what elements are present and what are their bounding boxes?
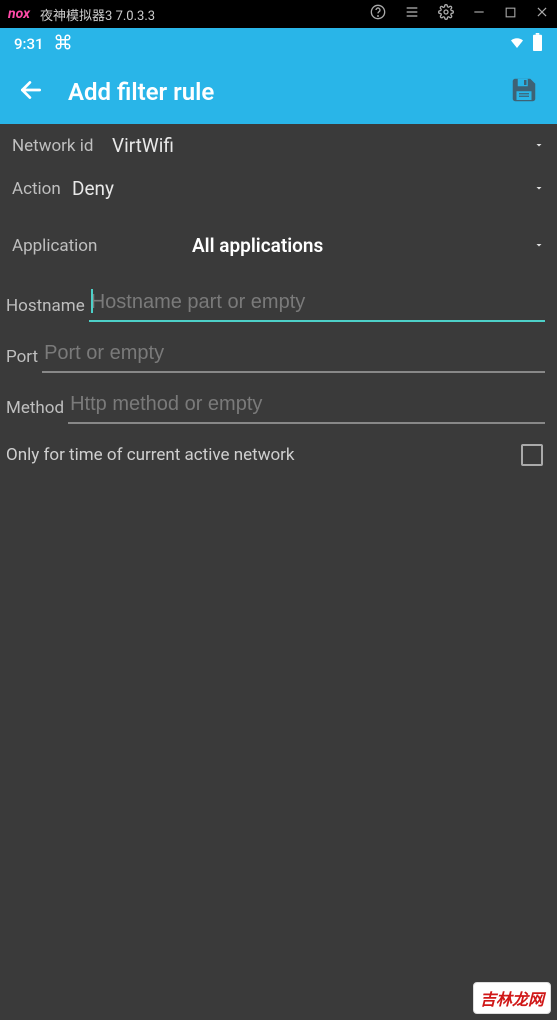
method-field-row: Method [0,383,557,424]
chevron-down-icon [533,136,545,155]
chevron-down-icon [533,179,545,198]
application-label: Application [12,236,182,256]
text-cursor [91,289,93,313]
port-input[interactable] [42,338,545,373]
save-button[interactable] [509,75,539,109]
back-button[interactable] [18,77,44,107]
network-id-value: VirtWifi [112,134,174,157]
only-current-network-row[interactable]: Only for time of current active network [0,424,557,472]
wifi-icon [508,33,526,55]
android-status-bar: 9:31 [0,28,557,60]
nox-logo: nox [8,6,30,22]
hostname-label: Hostname [6,296,85,322]
battery-icon [532,33,543,55]
port-label: Port [6,347,38,373]
maximize-icon[interactable] [504,6,517,23]
hostname-input[interactable] [89,287,545,322]
command-icon [54,33,72,55]
page-title: Add filter rule [68,78,485,106]
help-icon[interactable] [370,4,386,24]
watermark: 吉林龙网 [473,982,551,1014]
application-dropdown[interactable]: Application All applications [0,220,557,271]
chevron-down-icon [533,236,545,255]
action-dropdown[interactable]: Action Deny [0,167,557,210]
app-bar: Add filter rule [0,60,557,124]
window-controls [370,4,549,24]
status-time: 9:31 [14,35,44,53]
menu-icon[interactable] [404,4,420,24]
action-label: Action [12,179,62,199]
window-title-bar: nox 夜神模拟器3 7.0.3.3 [0,0,557,28]
window-title: 夜神模拟器3 7.0.3.3 [40,5,370,24]
minimize-icon[interactable] [472,5,486,23]
method-label: Method [6,398,64,424]
network-id-dropdown[interactable]: Network id VirtWifi [0,124,557,167]
close-icon[interactable] [535,5,549,23]
network-id-label: Network id [12,136,102,156]
port-field-row: Port [0,332,557,373]
method-input[interactable] [68,389,545,424]
only-current-label: Only for time of current active network [6,445,511,465]
application-value: All applications [192,234,323,257]
action-value: Deny [72,177,114,200]
form-content: Network id VirtWifi Action Deny Applicat… [0,124,557,472]
hostname-field-row: Hostname [0,281,557,322]
only-current-checkbox[interactable] [521,444,543,466]
settings-icon[interactable] [438,4,454,24]
